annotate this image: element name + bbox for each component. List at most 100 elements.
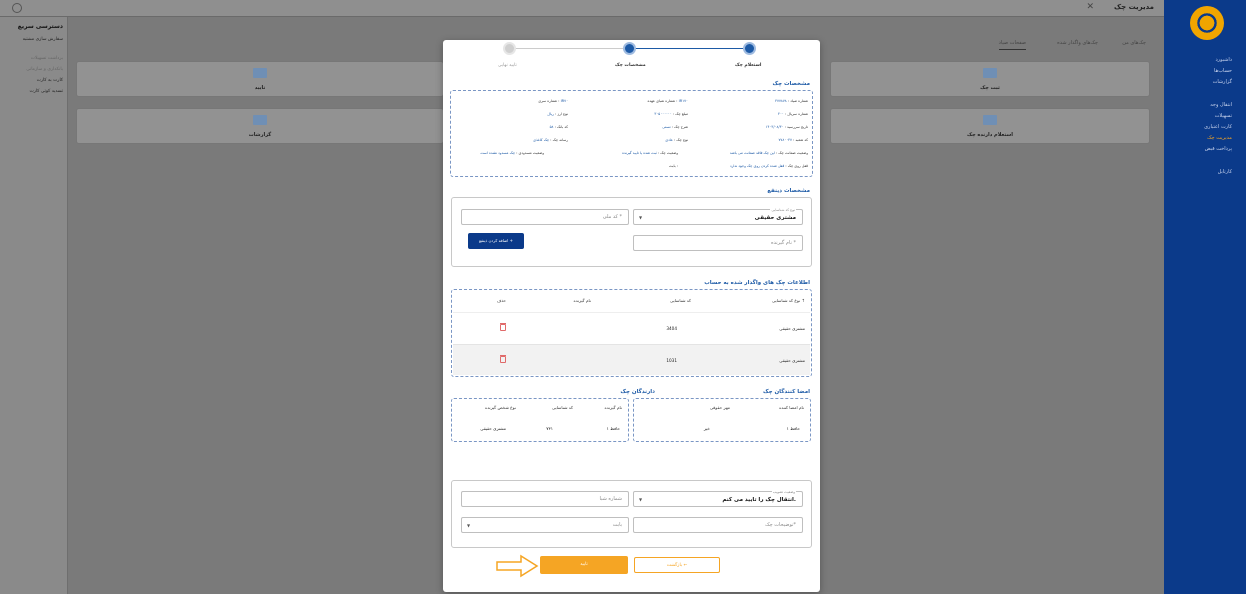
for-select[interactable]: بابت ▼: [461, 517, 629, 533]
check-info-box: شماره صیاد : ۴۷۷۸۷۸ شماره شبای عهده : IR…: [450, 90, 813, 177]
check-icon: [983, 115, 997, 125]
sidebar-item[interactable]: انتقال وجه: [1164, 100, 1246, 111]
confirm-form-box: وضعیت تصویب انتقال چک را تایید می کنم. ▼…: [451, 480, 812, 548]
card[interactable]: ثبت چک: [830, 61, 1150, 97]
table-header: نام امضا کننده: [779, 405, 804, 410]
national-code-input[interactable]: کد ملی *: [461, 209, 629, 225]
stepper-line-active: [629, 48, 749, 49]
bank-logo: [1190, 6, 1224, 40]
sheba-input[interactable]: شماره شبا: [461, 491, 629, 507]
trash-icon[interactable]: [500, 323, 506, 331]
check-icon: [253, 115, 267, 125]
transferred-table: نوع کد شناسایی ↑ کد شناسایی نام گیرنده ح…: [451, 289, 812, 377]
step-label: استعلام چک: [735, 63, 762, 68]
home-icon[interactable]: [12, 3, 22, 13]
step-1-icon: [743, 42, 756, 55]
check-description-input[interactable]: توضیحات چک*: [633, 517, 803, 533]
info-field: وضعیت چک : ثبت شده یا تایید گیرنده: [622, 151, 678, 155]
info-field: شماره سری : IR۷۰: [538, 99, 568, 103]
transfer-status-select[interactable]: وضعیت تصویب انتقال چک را تایید می کنم. ▼: [633, 490, 803, 507]
receiver-name-input[interactable]: نام گیرنده *: [633, 235, 803, 251]
confirm-button[interactable]: تایید: [540, 556, 628, 574]
step-label: مشخصات چک: [615, 63, 646, 68]
sidebar-nav: داشبورد حساب‌ها گزارشات انتقال وجه تسهیل…: [1164, 55, 1246, 178]
quick-access-item[interactable]: بانکداری و سازمانی: [0, 64, 67, 75]
table-row: مشتری حقیقی 3404: [453, 312, 810, 343]
id-type-select[interactable]: نوع کد شناسایی مشتری حقیقی ▼: [633, 208, 803, 225]
table-cell: خیر: [703, 426, 710, 431]
check-transfer-modal: استعلام چک مشخصات چک تایید نهایی مشخصات …: [443, 40, 820, 592]
table-header: مهر حقوقی: [709, 405, 730, 410]
table-row: مشتری حقیقی 1031: [453, 344, 810, 375]
table-cell: حافظ ۱: [786, 426, 800, 431]
info-field: نوع چک : عادی: [665, 138, 688, 142]
section-title: اطلاعات چک های واگذار شده به حساب: [704, 280, 810, 286]
table-header: نام گیرنده: [573, 298, 592, 303]
sidebar-item-active[interactable]: مدیریت چک: [1164, 133, 1246, 144]
check-icon: [983, 68, 997, 78]
signers-table: نام امضا کننده مهر حقوقی حافظ ۱ خیر: [633, 398, 811, 442]
quick-access-item[interactable]: سفارش سازی مشتبه: [0, 34, 67, 45]
step-2-icon: [623, 42, 636, 55]
card[interactable]: استعلام دارنده چک: [830, 108, 1150, 144]
top-bar: ✕ مدیریت چک: [0, 0, 1164, 17]
info-field: وضعیت مسدودی : چک مسدود نشده است: [480, 151, 544, 155]
tab[interactable]: چک‌های من: [1122, 40, 1146, 46]
sidebar-item[interactable]: کارتابل: [1164, 167, 1246, 178]
table-header: نام گیرنده: [604, 405, 623, 410]
table-cell: حافظ ۱: [606, 426, 620, 431]
tab[interactable]: چک‌های واگذار شده: [1057, 40, 1098, 46]
info-field: شرح چک : تستی: [662, 125, 688, 129]
quick-access-item[interactable]: کارت به کارت: [0, 75, 67, 86]
quick-access-panel: دسترسی سریع سفارش سازی مشتبه برداشت تسهی…: [0, 17, 68, 594]
card[interactable]: گزارشات: [76, 108, 444, 144]
chevron-down-icon: ▼: [639, 215, 643, 220]
table-cell: ۷۳۱: [546, 426, 553, 431]
sidebar-item[interactable]: حساب‌ها: [1164, 66, 1246, 77]
sidebar-item[interactable]: داشبورد: [1164, 55, 1246, 66]
table-cell: مشتری حقیقی: [480, 426, 506, 431]
quick-access-title: دسترسی سریع: [17, 23, 63, 30]
info-field: قفل روی چک : قفل شده کردن روی چک وجود ند…: [730, 164, 808, 168]
info-field: نوع ارز : ریال: [547, 112, 568, 116]
section-title: مشخصات ذینفع: [767, 188, 810, 194]
arrow-right-icon: [496, 554, 539, 578]
info-field: کد شعبه : ۷۷۸۰۰۴۷: [778, 138, 808, 142]
check-icon: [253, 68, 267, 78]
trash-icon[interactable]: [500, 355, 506, 363]
info-field: شماره سریال : ۴۰۰: [778, 112, 808, 116]
sidebar-item[interactable]: کارت اعتباری: [1164, 122, 1246, 133]
close-icon[interactable]: ✕: [1086, 2, 1094, 12]
step-label: تایید نهایی: [498, 63, 517, 68]
sidebar-item[interactable]: گزارشات: [1164, 77, 1246, 88]
info-field: وضعیت ضمانت چک : این چک فاقد ضمانت می با…: [729, 151, 808, 155]
page-title: مدیریت چک: [1113, 3, 1154, 11]
section-title: امضا کنندگان چک: [762, 389, 810, 395]
table-header: کد شناسایی: [551, 405, 573, 410]
info-field: تاریخ سررسید : ۱۴۰۳/۰۸/۳۰: [765, 125, 808, 129]
beneficiary-box: نوع کد شناسایی مشتری حقیقی ▼ کد ملی * نا…: [451, 197, 812, 267]
info-field: بابت :: [669, 164, 678, 168]
sidebar: داشبورد حساب‌ها گزارشات انتقال وجه تسهیل…: [1164, 0, 1246, 594]
section-title: دارندگان چک: [620, 389, 655, 395]
step-3-icon: [503, 42, 516, 55]
card[interactable]: تایید: [76, 61, 444, 97]
chevron-down-icon: ▼: [467, 523, 471, 528]
section-title: مشخصات چک: [772, 81, 811, 87]
info-field: شماره شبای عهده : IR۱۷۰: [647, 99, 688, 103]
table-header: حذف: [496, 298, 506, 303]
info-field: شماره صیاد : ۴۷۷۸۷۸: [775, 99, 808, 103]
table-header[interactable]: نوع کد شناسایی ↑: [772, 298, 805, 303]
quick-access-item[interactable]: تسدید کوتی کارت: [0, 86, 67, 97]
info-field: کد بانک : ۵۸: [549, 125, 568, 129]
back-button[interactable]: بازگشت ←: [634, 557, 720, 573]
chevron-down-icon: ▼: [639, 497, 643, 502]
table-header: نوع شخص گیرنده: [485, 405, 516, 410]
sidebar-item[interactable]: پرداخت قبض: [1164, 144, 1246, 155]
info-field: مبلغ چک : ۳۰۵۰۰۰۰۰۰: [654, 112, 688, 116]
add-beneficiary-button[interactable]: اضافه کردن ذینفع +: [468, 233, 524, 249]
holders-table: نام گیرنده کد شناسایی نوع شخص گیرنده حاف…: [451, 398, 629, 442]
tab-active[interactable]: صفحات صیاد: [998, 40, 1026, 50]
quick-access-item[interactable]: برداشت تسهیلات: [0, 53, 67, 64]
sidebar-item[interactable]: تسهیلات: [1164, 111, 1246, 122]
